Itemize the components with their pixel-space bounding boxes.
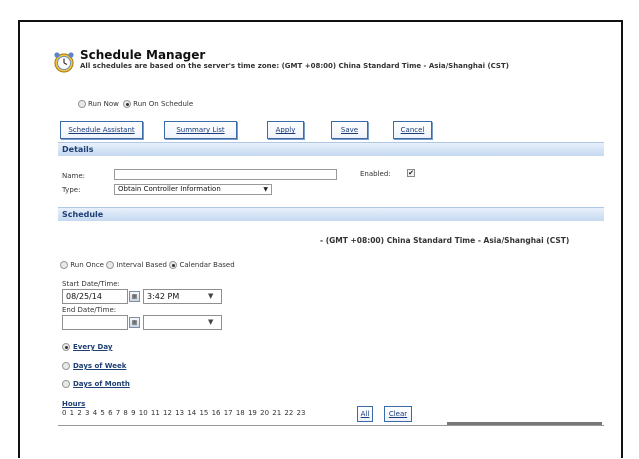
divider [58,425,604,426]
schedule-type-group: Run Once Interval Based Calendar Based [60,261,235,269]
every-day-label: Every Day [73,343,113,351]
days-of-month-option[interactable]: Days of Month [62,380,130,388]
interval-based-radio[interactable] [106,261,115,269]
clear-hours-button[interactable]: Clear [384,406,412,422]
run-on-schedule-label: Run On Schedule [133,100,194,108]
apply-button[interactable]: Apply [267,121,304,139]
schedule-timezone: - (GMT +08:00) China Standard Time - Asi… [320,236,570,245]
run-now-label: Run Now [88,100,119,108]
interval-based-label: Interval Based [116,261,167,269]
end-calendar-icon[interactable]: ▦ [129,317,140,328]
run-once-label: Run Once [70,261,104,269]
hours-list[interactable]: 0 1 2 3 4 5 6 7 8 9 10 11 12 13 14 15 16… [62,409,305,417]
name-input[interactable] [114,169,337,180]
hours-label: Hours [62,400,86,408]
clock-icon [54,52,74,73]
run-now-radio[interactable] [78,100,86,108]
all-hours-button[interactable]: All [357,406,373,422]
every-day-option[interactable]: Every Day [62,343,112,351]
page-title: Schedule Manager [80,48,206,62]
type-select[interactable]: Obtain Controller Information ▼ [114,184,272,195]
start-calendar-icon[interactable]: ▦ [129,291,140,302]
calendar-based-radio[interactable] [169,261,178,269]
enabled-label: Enabled: [360,170,391,178]
timezone-subtitle: All schedules are based on the server's … [80,62,509,70]
enabled-checkbox[interactable]: ✔ [407,169,415,177]
chevron-down-icon: ▼ [208,318,214,326]
calendar-based-label: Calendar Based [179,261,235,269]
run-once-radio[interactable] [60,261,68,269]
type-select-value: Obtain Controller Information [118,185,221,193]
schedule-assistant-button[interactable]: Schedule Assistant [60,121,143,139]
run-on-schedule-radio[interactable] [123,100,132,108]
chevron-down-icon: ▼ [263,186,268,193]
end-datetime-label: End Date/Time: [62,306,117,314]
schedule-section-header: Schedule [58,207,604,221]
days-of-month-label: Days of Month [73,380,130,388]
name-label: Name: [62,172,86,180]
summary-list-button[interactable]: Summary List [164,121,237,139]
days-of-week-radio[interactable] [62,362,70,370]
save-button[interactable]: Save [331,121,368,139]
type-label: Type: [62,186,81,194]
start-datetime-label: Start Date/Time: [62,280,120,288]
days-of-month-radio[interactable] [62,380,70,388]
days-of-week-label: Days of Week [73,362,127,370]
days-of-week-option[interactable]: Days of Week [62,362,126,370]
chevron-down-icon: ▼ [208,292,214,300]
start-time-value: 3:42 PM [147,292,180,301]
end-date-input[interactable] [62,315,128,330]
details-section-header: Details [58,142,604,156]
run-mode-group: Run Now Run On Schedule [78,100,195,108]
cancel-button[interactable]: Cancel [393,121,432,139]
every-day-radio[interactable] [62,343,70,351]
start-date-input[interactable]: 08/25/14 [62,289,128,304]
divider [447,422,602,425]
